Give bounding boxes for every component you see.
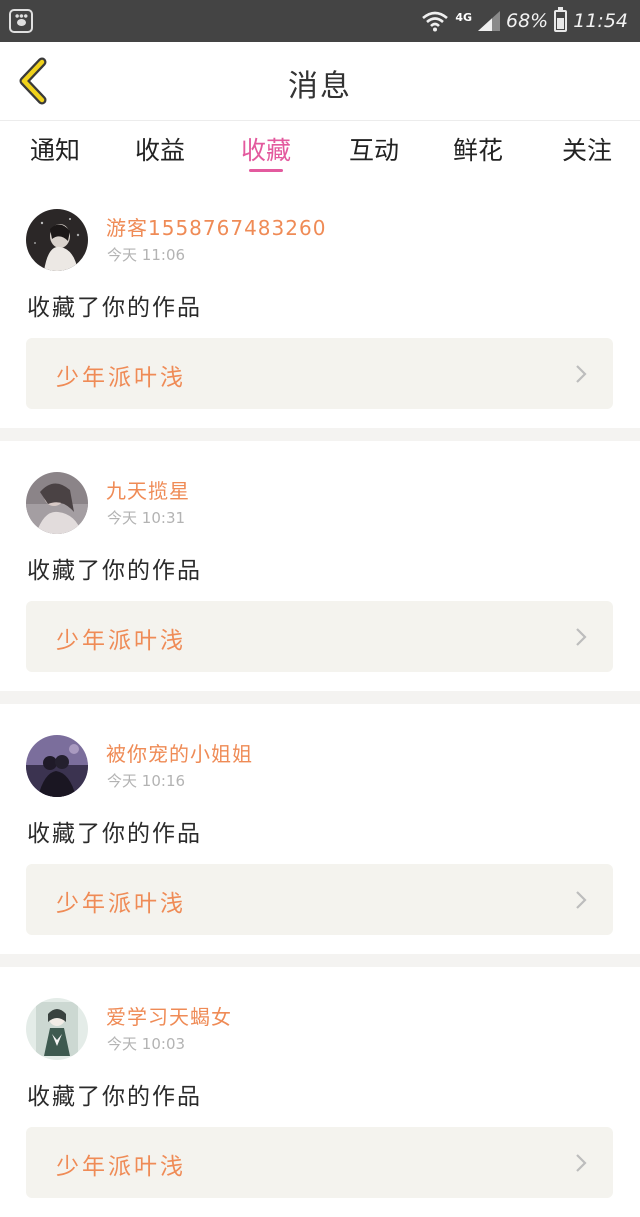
tab-flowers[interactable]: 鲜花: [438, 131, 518, 167]
chevron-right-icon: [576, 891, 587, 909]
action-text: 收藏了你的作品: [27, 295, 202, 321]
battery-percent: 68%: [506, 10, 549, 32]
paw-app-icon: [9, 9, 33, 33]
header: 消息: [0, 42, 640, 120]
avatar[interactable]: [26, 209, 88, 271]
work-title: 少年派叶浅: [56, 628, 186, 654]
timestamp-date: 今天: [107, 772, 138, 790]
notification-card: 九天揽星 今天 10:31 收藏了你的作品 少年派叶浅: [0, 441, 640, 691]
work-link[interactable]: 少年派叶浅: [26, 338, 613, 409]
avatar[interactable]: [26, 998, 88, 1060]
action-text: 收藏了你的作品: [27, 821, 202, 847]
username[interactable]: 九天揽星: [106, 475, 190, 504]
status-bar: 4G 68% 11:54: [0, 0, 640, 42]
timestamp-date: 今天: [107, 246, 138, 264]
timestamp: 今天 11:06: [107, 244, 185, 265]
chevron-right-icon: [576, 628, 587, 646]
tab-favorites[interactable]: 收藏: [226, 131, 306, 167]
network-type-label: 4G: [455, 10, 472, 24]
username[interactable]: 游客1558767483260: [106, 212, 326, 241]
avatar[interactable]: [26, 472, 88, 534]
notification-card: 爱学习天蝎女 今天 10:03 收藏了你的作品 少年派叶浅: [0, 967, 640, 1217]
work-title: 少年派叶浅: [56, 1154, 186, 1180]
tab-bar: 通知 收益 收藏 互动 鲜花 关注: [0, 120, 640, 178]
work-link[interactable]: 少年派叶浅: [26, 864, 613, 935]
tab-interactions[interactable]: 互动: [334, 131, 414, 167]
work-title: 少年派叶浅: [56, 891, 186, 917]
page-title: 消息: [288, 69, 352, 104]
notification-card: 被你宠的小姐姐 今天 10:16 收藏了你的作品 少年派叶浅: [0, 704, 640, 954]
timestamp: 今天 10:31: [107, 507, 185, 528]
timestamp: 今天 10:16: [107, 770, 185, 791]
notification-card: 游客1558767483260 今天 11:06 收藏了你的作品 少年派叶浅: [0, 178, 640, 428]
chevron-right-icon: [576, 1154, 587, 1172]
wifi-icon: [422, 11, 449, 32]
timestamp-time: 10:16: [141, 772, 186, 790]
tab-following[interactable]: 关注: [547, 131, 627, 167]
work-link[interactable]: 少年派叶浅: [26, 601, 613, 672]
timestamp-time: 10:03: [141, 1035, 186, 1053]
chevron-right-icon: [576, 365, 587, 383]
action-text: 收藏了你的作品: [27, 558, 202, 584]
tab-earnings[interactable]: 收益: [120, 131, 200, 167]
username[interactable]: 被你宠的小姐姐: [106, 738, 253, 767]
clock-time: 11:54: [573, 10, 628, 32]
timestamp-date: 今天: [107, 1035, 138, 1053]
timestamp-time: 11:06: [141, 246, 186, 264]
tab-notifications[interactable]: 通知: [15, 131, 95, 167]
status-indicators: 4G 68% 11:54: [421, 0, 628, 42]
timestamp-time: 10:31: [141, 509, 186, 527]
battery-icon: [554, 7, 568, 32]
username[interactable]: 爱学习天蝎女: [106, 1001, 232, 1030]
timestamp: 今天 10:03: [107, 1033, 185, 1054]
battery-fill: [557, 18, 565, 29]
avatar[interactable]: [26, 735, 88, 797]
work-title: 少年派叶浅: [56, 365, 186, 391]
signal-strength-icon: [478, 11, 500, 31]
timestamp-date: 今天: [107, 509, 138, 527]
active-tab-indicator: [249, 169, 283, 172]
action-text: 收藏了你的作品: [27, 1084, 202, 1110]
